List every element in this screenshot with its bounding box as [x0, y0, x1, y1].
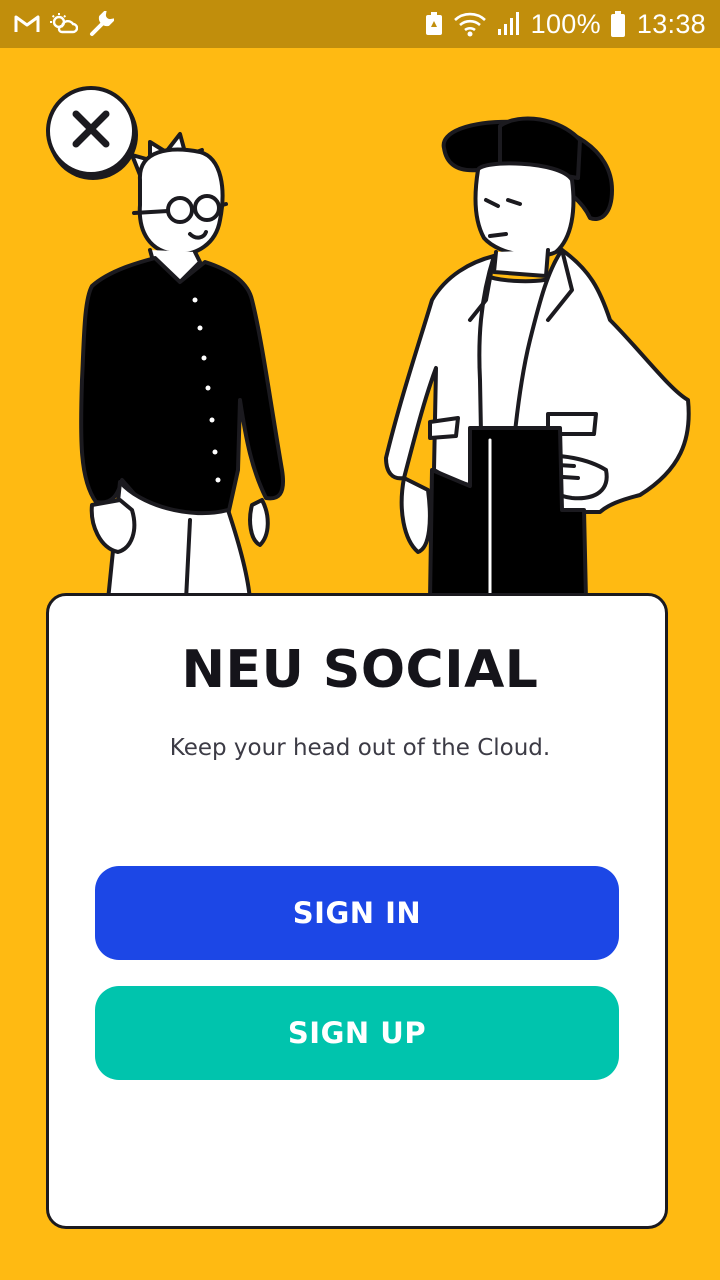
- person-right: [384, 116, 691, 602]
- battery-icon: [610, 11, 625, 37]
- gmail-icon: [14, 14, 40, 34]
- sign-up-button[interactable]: SIGN UP: [95, 986, 619, 1080]
- app-title: NEU SOCIAL: [181, 640, 539, 700]
- close-button[interactable]: [46, 86, 136, 176]
- battery-saver-icon: [425, 12, 443, 36]
- wrench-icon: [88, 11, 114, 37]
- weather-icon: [50, 13, 78, 35]
- wifi-icon: [453, 11, 487, 37]
- status-bar: 100% 13:38: [0, 0, 720, 48]
- app-tagline: Keep your head out of the Cloud.: [169, 735, 551, 761]
- battery-percent: 100%: [530, 8, 601, 39]
- sign-in-button[interactable]: SIGN IN: [95, 866, 619, 960]
- status-left: [14, 11, 114, 37]
- status-time: 13:38: [636, 8, 706, 39]
- close-icon: [70, 108, 112, 154]
- signal-icon: [497, 12, 521, 36]
- status-right: 100% 13:38: [425, 9, 706, 40]
- person-left: [79, 132, 285, 602]
